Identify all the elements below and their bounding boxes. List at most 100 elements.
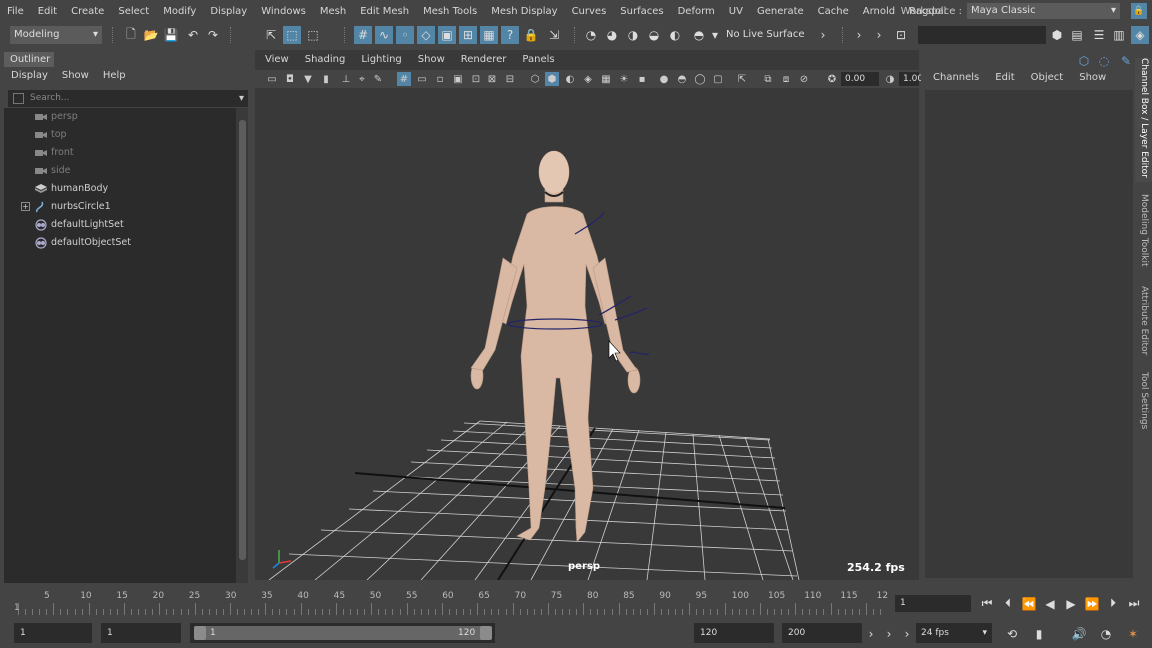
- menu-generate[interactable]: Generate: [750, 6, 811, 17]
- step-forward-key-icon[interactable]: ⏩: [1083, 595, 1101, 612]
- exposure-icon[interactable]: ✪: [825, 72, 839, 86]
- tab-tool-settings[interactable]: Tool Settings: [1135, 372, 1152, 432]
- outliner-tab[interactable]: Outliner: [4, 52, 54, 67]
- safe-title-icon[interactable]: ▫: [433, 72, 447, 86]
- render-view-icon[interactable]: ◔: [582, 26, 600, 44]
- chevron-right-icon[interactable]: ›: [898, 625, 916, 642]
- viewport-menu-view[interactable]: View: [265, 54, 289, 65]
- channel-menu-show[interactable]: Show: [1079, 72, 1106, 83]
- tool-settings-icon[interactable]: ☰: [1090, 26, 1108, 44]
- animation-end-field[interactable]: 200: [782, 623, 862, 643]
- go-to-end-icon[interactable]: ⏭: [1125, 595, 1143, 612]
- outliner-menu-help[interactable]: Help: [103, 70, 126, 81]
- redo-icon[interactable]: ↷: [204, 26, 222, 44]
- snap-point-icon[interactable]: ◦: [396, 26, 414, 44]
- chevron-right-icon[interactable]: ›: [862, 625, 880, 642]
- film-gate-icon[interactable]: ⌖: [355, 72, 369, 86]
- smooth-shade-icon[interactable]: ⬢: [545, 72, 559, 86]
- outliner-search-input[interactable]: Search... ▾: [8, 90, 248, 107]
- ambient-occlusion-icon[interactable]: ●: [657, 72, 671, 86]
- chevron-down-icon[interactable]: ▾: [239, 90, 244, 107]
- workspace-select[interactable]: Maya Classic ▾: [967, 3, 1120, 19]
- menu-deform[interactable]: Deform: [671, 6, 722, 17]
- depth-of-field-icon[interactable]: ▢: [711, 72, 725, 86]
- xray-joints-icon[interactable]: ⧈: [779, 72, 793, 86]
- render-current-icon[interactable]: ◕: [603, 26, 621, 44]
- xray-active-icon[interactable]: ⊘: [797, 72, 811, 86]
- gate-mask-icon[interactable]: ⊡: [469, 72, 483, 86]
- tab-modeling-toolkit[interactable]: Modeling Toolkit: [1135, 194, 1152, 274]
- hypershade-icon[interactable]: ◐: [666, 26, 684, 44]
- chevron-right-icon[interactable]: ›: [814, 26, 832, 44]
- select-objects-icon[interactable]: ⬚: [283, 26, 301, 44]
- ipr-render-icon[interactable]: ◑: [624, 26, 642, 44]
- menu-uv[interactable]: UV: [722, 6, 750, 17]
- sound-icon[interactable]: 🔊: [1070, 625, 1088, 642]
- viewport-menu-show[interactable]: Show: [418, 54, 445, 65]
- current-frame-field[interactable]: 1: [895, 595, 971, 612]
- render-icon[interactable]: ▦: [480, 26, 498, 44]
- help-icon[interactable]: ?: [501, 26, 519, 44]
- camera-select-icon[interactable]: ▭: [265, 72, 279, 86]
- grid-icon[interactable]: #: [397, 72, 411, 86]
- range-end-handle[interactable]: [480, 626, 492, 640]
- snap-view-plane-icon[interactable]: ▣: [438, 26, 456, 44]
- menu-display[interactable]: Display: [203, 6, 254, 17]
- textured-icon[interactable]: ▦: [599, 72, 613, 86]
- auto-key-icon[interactable]: ◔: [1097, 625, 1115, 642]
- channel-menu-object[interactable]: Object: [1031, 72, 1064, 83]
- menu-edit-mesh[interactable]: Edit Mesh: [353, 6, 416, 17]
- lock-icon[interactable]: 🔒: [522, 26, 540, 44]
- gamma-field[interactable]: 1.00: [899, 72, 923, 86]
- snap-projected-icon[interactable]: ◇: [417, 26, 435, 44]
- outliner-item-front[interactable]: front: [4, 144, 236, 162]
- viewport-menu-lighting[interactable]: Lighting: [361, 54, 401, 65]
- cache-playback-icon[interactable]: ▮: [1030, 625, 1048, 642]
- layer-editor-icon[interactable]: ◈: [1131, 26, 1149, 44]
- open-scene-icon[interactable]: 📂: [142, 26, 160, 44]
- tab-attribute-editor[interactable]: Attribute Editor: [1135, 286, 1152, 362]
- outliner-item-defaultobjectset[interactable]: defaultObjectSet: [4, 234, 236, 252]
- menu-cache[interactable]: Cache: [811, 6, 856, 17]
- sidebar-toggle-icon[interactable]: ⊡: [892, 26, 910, 44]
- animation-start-field[interactable]: 1: [14, 623, 92, 643]
- hud-icon[interactable]: ⊟: [503, 72, 517, 86]
- menu-curves[interactable]: Curves: [565, 6, 614, 17]
- scrollbar-thumb[interactable]: [239, 120, 246, 560]
- outliner-item-top[interactable]: top: [4, 126, 236, 144]
- outliner-item-side[interactable]: side: [4, 162, 236, 180]
- xray-icon[interactable]: ⇱: [735, 72, 749, 86]
- playback-end-field[interactable]: 120: [694, 623, 774, 643]
- snap-live-icon[interactable]: ⊞: [459, 26, 477, 44]
- resolution-gate-icon[interactable]: ✎: [371, 72, 385, 86]
- menu-set-select[interactable]: Modeling ▾: [10, 26, 102, 44]
- anti-aliasing-icon[interactable]: ◯: [693, 72, 707, 86]
- select-components-icon[interactable]: ⬚: [304, 26, 322, 44]
- new-scene-icon[interactable]: 🗋: [122, 26, 140, 44]
- menu-modify[interactable]: Modify: [156, 6, 203, 17]
- image-plane-icon[interactable]: ▮: [319, 72, 333, 86]
- attribute-editor-tool-icon[interactable]: ✎: [1117, 52, 1135, 70]
- channel-menu-edit[interactable]: Edit: [995, 72, 1014, 83]
- outliner-item-humanbody[interactable]: humanBody: [4, 180, 236, 198]
- menu-mesh[interactable]: Mesh: [313, 6, 353, 17]
- grid-toggle-icon[interactable]: ⊥: [339, 72, 353, 86]
- safe-action-icon[interactable]: ▭: [415, 72, 429, 86]
- lock-icon[interactable]: 🔒: [1131, 3, 1147, 19]
- live-surface-field[interactable]: No Live Surface: [726, 26, 810, 44]
- chevron-right-icon[interactable]: ›: [850, 26, 868, 44]
- outliner-item-defaultlightset[interactable]: defaultLightSet: [4, 216, 236, 234]
- menu-select[interactable]: Select: [111, 6, 156, 17]
- menu-mesh-display[interactable]: Mesh Display: [484, 6, 564, 17]
- chevron-down-icon[interactable]: ▾: [706, 26, 724, 44]
- modeling-toolkit-icon[interactable]: ⬢: [1048, 26, 1066, 44]
- channel-box-icon[interactable]: ▥: [1110, 26, 1128, 44]
- attribute-editor-icon[interactable]: ▤: [1068, 26, 1086, 44]
- outliner-item-persp[interactable]: persp: [4, 108, 236, 126]
- menu-arnold[interactable]: Arnold: [856, 6, 902, 17]
- viewport-menu-renderer[interactable]: Renderer: [461, 54, 507, 65]
- outliner-menu-display[interactable]: Display: [11, 70, 48, 81]
- channel-menu-channels[interactable]: Channels: [933, 72, 979, 83]
- chevron-right-icon[interactable]: ›: [880, 625, 898, 642]
- menu-edit[interactable]: Edit: [31, 6, 64, 17]
